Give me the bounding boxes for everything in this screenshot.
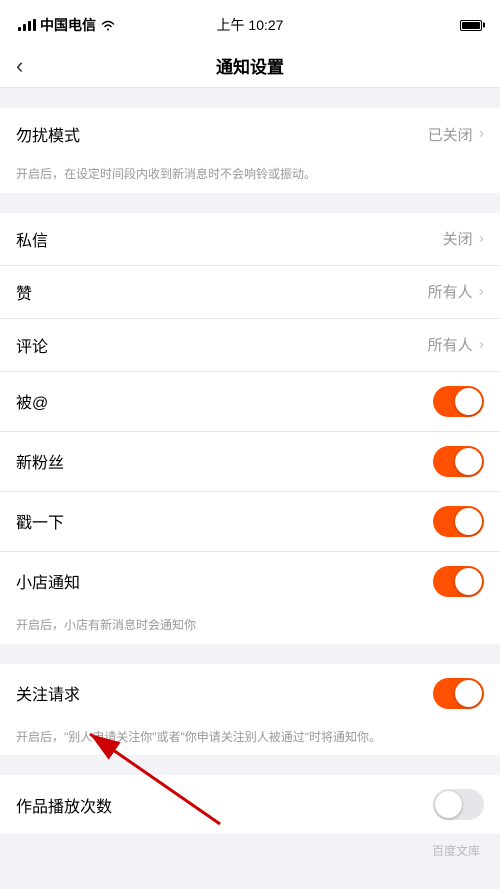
battery-icon — [460, 20, 482, 31]
signal-icon — [18, 19, 36, 31]
mention-toggle[interactable] — [433, 386, 484, 417]
mention-toggle-knob — [455, 388, 482, 415]
shop-notify-hint: 开启后，小店有新消息时会通知你 — [0, 611, 500, 644]
comment-value: 所有人 — [428, 334, 473, 355]
poke-toggle-knob — [455, 508, 482, 535]
nav-bar: ‹ 通知设置 — [0, 44, 500, 88]
status-time: 上午 10:27 — [217, 15, 284, 35]
mention-label: 被@ — [16, 389, 48, 413]
play-count-toggle[interactable] — [433, 789, 484, 820]
back-button[interactable]: ‹ — [16, 53, 23, 79]
watermark: 百度文库 — [432, 842, 480, 859]
dnd-chevron: › — [479, 125, 484, 143]
new-fans-label: 新粉丝 — [16, 449, 64, 473]
group-separator-1 — [0, 88, 500, 98]
private-message-value: 关闭 — [443, 228, 473, 249]
private-message-label: 私信 — [16, 227, 48, 251]
battery-area — [460, 20, 482, 31]
private-message-item[interactable]: 私信 关闭 › — [0, 213, 500, 266]
dnd-label: 勿扰模式 — [16, 122, 80, 146]
comment-chevron: › — [479, 336, 484, 354]
group-separator-3 — [0, 644, 500, 654]
poke-item: 戳一下 — [0, 492, 500, 552]
group-separator-4 — [0, 755, 500, 765]
follow-request-item: 关注请求 — [0, 664, 500, 723]
comment-item[interactable]: 评论 所有人 › — [0, 319, 500, 372]
new-fans-item: 新粉丝 — [0, 432, 500, 492]
comment-right: 所有人 › — [428, 334, 484, 355]
shop-notify-toggle-knob — [455, 568, 482, 595]
dnd-item[interactable]: 勿扰模式 已关闭 › — [0, 108, 500, 160]
follow-request-toggle[interactable] — [433, 678, 484, 709]
wifi-icon — [100, 19, 116, 31]
mention-item: 被@ — [0, 372, 500, 432]
page-title: 通知设置 — [216, 53, 284, 78]
comment-label: 评论 — [16, 333, 48, 357]
poke-label: 戳一下 — [16, 509, 64, 533]
play-count-item: 作品播放次数 — [0, 775, 500, 834]
follow-request-label: 关注请求 — [16, 681, 80, 705]
dnd-value: 已关闭 — [428, 124, 473, 145]
dnd-right: 已关闭 › — [428, 124, 484, 145]
shop-notify-label: 小店通知 — [16, 569, 80, 593]
like-label: 赞 — [16, 280, 32, 304]
shop-notify-item: 小店通知 — [0, 552, 500, 611]
group-separator-2 — [0, 193, 500, 203]
follow-request-toggle-knob — [455, 680, 482, 707]
play-count-group: 作品播放次数 — [0, 775, 500, 834]
dnd-hint: 开启后，在设定时间段内收到新消息时不会响铃或振动。 — [0, 160, 500, 193]
private-message-right: 关闭 › — [443, 228, 484, 249]
like-right: 所有人 › — [428, 281, 484, 302]
dnd-group: 勿扰模式 已关闭 › — [0, 108, 500, 160]
like-chevron: › — [479, 283, 484, 301]
carrier-name: 中国电信 — [40, 15, 96, 35]
shop-notify-toggle[interactable] — [433, 566, 484, 597]
private-message-chevron: › — [479, 230, 484, 248]
follow-group: 关注请求 — [0, 664, 500, 723]
play-count-label: 作品播放次数 — [16, 793, 112, 817]
follow-request-hint: 开启后，"别人申请关注你"或者"你申请关注别人被通过"时将通知你。 — [0, 723, 500, 756]
new-fans-toggle[interactable] — [433, 446, 484, 477]
like-item[interactable]: 赞 所有人 › — [0, 266, 500, 319]
notifications-group: 私信 关闭 › 赞 所有人 › 评论 所有人 › 被@ 新粉丝 — [0, 213, 500, 611]
status-bar: 中国电信 上午 10:27 — [0, 0, 500, 44]
play-count-toggle-knob — [435, 791, 462, 818]
like-value: 所有人 — [428, 281, 473, 302]
new-fans-toggle-knob — [455, 448, 482, 475]
poke-toggle[interactable] — [433, 506, 484, 537]
carrier-info: 中国电信 — [18, 15, 116, 35]
